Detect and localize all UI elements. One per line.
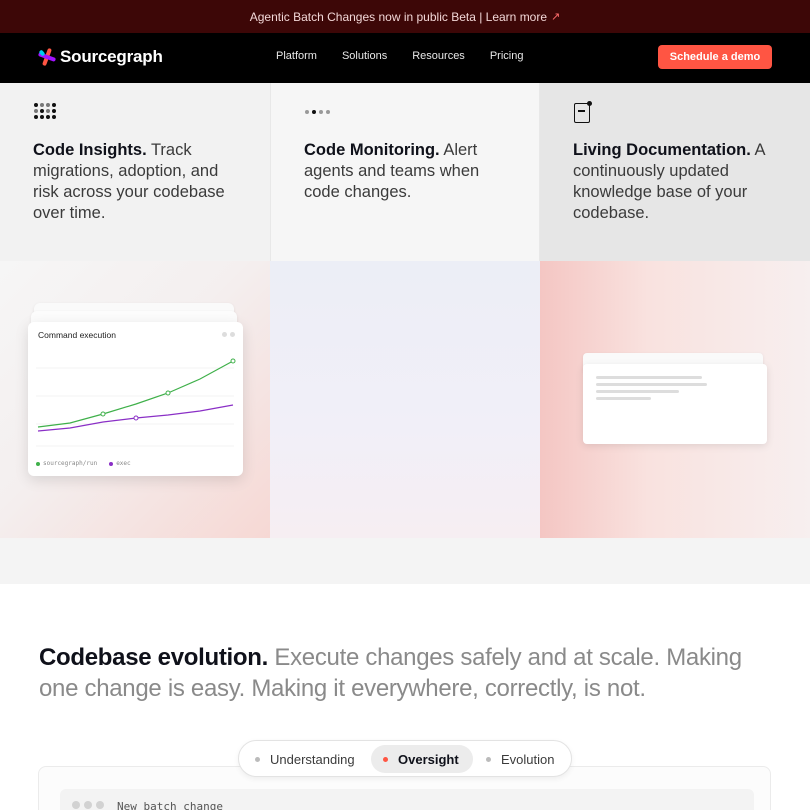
tab-understanding[interactable]: Understanding [255,745,355,773]
banner-text[interactable]: Agentic Batch Changes now in public Beta… [250,10,547,24]
window-controls-icon[interactable] [72,801,104,809]
feature-cards: Code Insights. Track migrations, adoptio… [0,83,810,261]
feature-text: Code Monitoring. Alert agents and teams … [304,140,519,203]
tab-evolution[interactable]: Evolution [486,745,554,773]
data-point [133,415,139,421]
tab-oversight[interactable]: Oversight [371,745,473,773]
feature-title: Code Insights. [33,141,147,159]
chart-menu-icon[interactable] [222,332,235,337]
nav-links: Platform Solutions Resources Pricing [276,50,523,62]
nav-link-solutions[interactable]: Solutions [342,50,387,62]
dots-grid-icon [34,103,56,119]
insights-line-chart [36,358,236,447]
schedule-demo-button[interactable]: Schedule a demo [658,45,772,69]
monitoring-visual: [Golang] Exec callsNotify via Slack, Pag… [270,261,540,538]
legend-item: exec [109,460,131,467]
headline-bold: Codebase evolution. [39,644,269,671]
insights-chart-card: Command execution sourcegraph/run exec [28,322,243,476]
tab-dot-icon [255,756,260,762]
chart-title: Command execution [38,330,116,340]
feature-card-code-monitoring[interactable]: Code Monitoring. Alert agents and teams … [270,83,540,261]
feature-text: Living Documentation. A continuously upd… [573,140,788,224]
doc-preview-card [583,364,767,444]
feature-title: Code Monitoring. [304,141,440,159]
sourcegraph-logo[interactable]: Sourcegraph [37,47,163,67]
dots-row-icon [305,103,330,114]
announcement-banner[interactable]: Agentic Batch Changes now in public Beta… [0,0,810,33]
doc-line [596,383,707,386]
data-point [100,411,106,417]
data-point [165,390,171,396]
section-gap [0,538,810,584]
doc-line [596,376,702,379]
document-icon [574,101,592,123]
sourcegraph-logo-icon [37,47,57,67]
nav-link-resources[interactable]: Resources [412,50,465,62]
feature-text: Code Insights. Track migrations, adoptio… [33,140,248,224]
batch-change-window: New batch change [60,789,754,810]
feature-title: Living Documentation. [573,141,751,159]
nav-link-pricing[interactable]: Pricing [490,50,524,62]
top-nav: Sourcegraph Platform Solutions Resources… [0,33,810,83]
tab-dot-icon [486,756,491,762]
external-arrow-icon: ↗ [551,11,561,23]
data-point [230,358,236,364]
tab-dot-icon [383,756,388,762]
evolution-tabs: Understanding Oversight Evolution [238,740,572,777]
feature-visuals: Command execution sourcegraph/run exec [… [0,261,810,538]
nav-link-platform[interactable]: Platform [276,50,317,62]
feature-card-code-insights[interactable]: Code Insights. Track migrations, adoptio… [0,83,270,261]
feature-card-living-documentation[interactable]: Living Documentation. A continuously upd… [540,83,810,261]
doc-line [596,397,651,400]
insights-visual: Command execution sourcegraph/run exec [0,261,270,538]
logo-text: Sourcegraph [60,47,163,66]
codebase-evolution-section: Codebase evolution. Execute changes safe… [0,584,810,810]
documentation-visual [540,261,810,538]
chart-legend: sourcegraph/run exec [36,460,131,467]
legend-item: sourcegraph/run [36,460,97,467]
section-headline: Codebase evolution. Execute changes safe… [39,643,759,704]
doc-line [596,390,679,393]
window-title: New batch change [117,800,223,810]
